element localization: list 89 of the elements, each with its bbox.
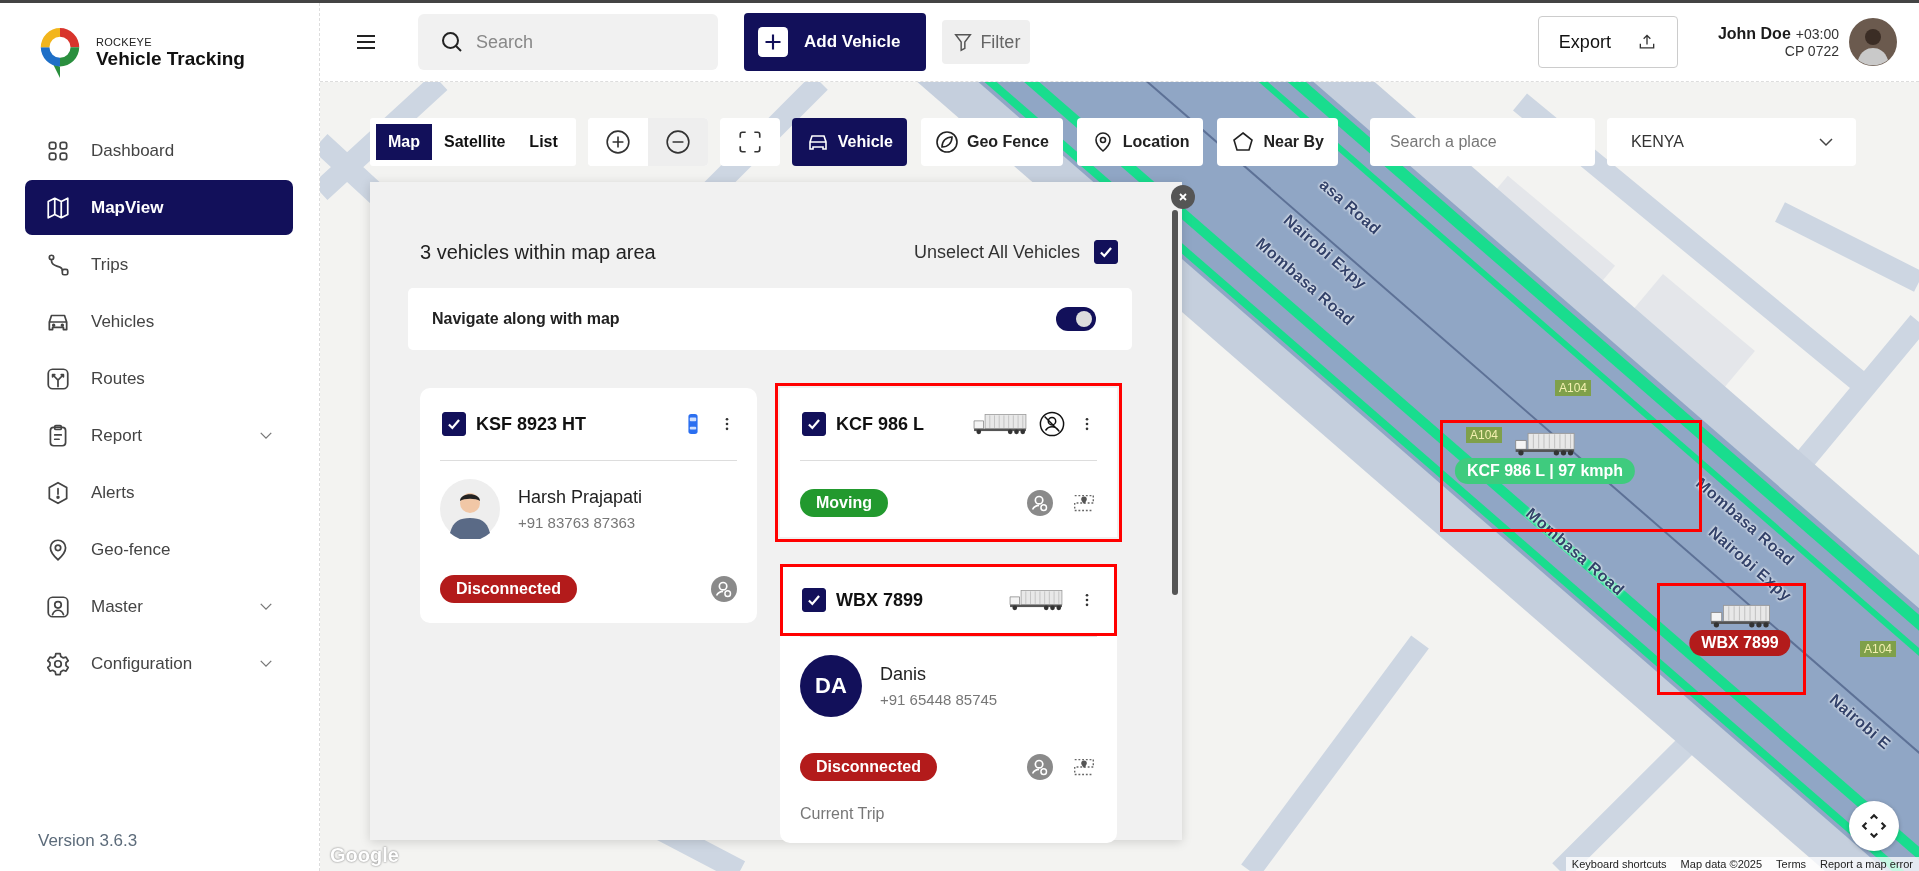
- unselect-all-label: Unselect All Vehicles: [913, 241, 1080, 263]
- version-text: Version 3.6.3: [37, 831, 139, 852]
- nav-item[interactable]: Routes: [25, 351, 293, 406]
- map-footer-link[interactable]: Report a map error: [1820, 858, 1913, 870]
- search-field[interactable]: Search: [418, 14, 718, 70]
- truck-icon[interactable]: [1709, 602, 1771, 630]
- vehicle-card[interactable]: KSF 8923 HT Harsh Prajapati +91 83763 87363 Disconnected: [420, 388, 757, 623]
- toggle-switch[interactable]: [1056, 307, 1096, 331]
- close-button[interactable]: [1171, 185, 1195, 209]
- plate-number: KSF 8923 HT: [476, 413, 587, 435]
- plate-number: KCF 986 L: [836, 413, 925, 435]
- map-footer-link[interactable]: Terms: [1776, 858, 1807, 870]
- signpost-icon: [45, 365, 71, 392]
- chevron-down-icon: [1817, 137, 1834, 147]
- status-badge: Disconnected: [800, 753, 937, 781]
- fullscreen-icon: [736, 129, 763, 155]
- brand-company: ROCKEYE: [96, 36, 153, 48]
- user-name: John Doe: [1717, 25, 1791, 43]
- section-heading: Current Trip: [800, 805, 886, 823]
- brand-name: Vehicle Tracking: [96, 48, 245, 70]
- driver-icon[interactable]: [1027, 754, 1053, 780]
- driver-icon[interactable]: [711, 576, 737, 602]
- view-mode-tab[interactable]: Map: [376, 124, 432, 160]
- vehicle-card[interactable]: WBX 7899 DA Danis +91 65448 85745 Disconnected Current Trip: [780, 564, 1117, 843]
- nav-item[interactable]: Alerts: [25, 465, 293, 520]
- status-badge: Disconnected: [440, 575, 577, 603]
- nav-item[interactable]: Trips: [25, 237, 293, 292]
- menu-icon[interactable]: [356, 34, 376, 50]
- country-dropdown[interactable]: KENYA: [1606, 118, 1856, 166]
- plus-icon: [758, 27, 788, 57]
- checkbox[interactable]: [802, 412, 826, 436]
- layer-button[interactable]: Near By: [1217, 118, 1338, 166]
- map-footer-link[interactable]: Keyboard shortcuts: [1571, 858, 1667, 870]
- settings-icon: [45, 650, 71, 677]
- avatar-icon[interactable]: [1849, 18, 1897, 66]
- more-icon[interactable]: [725, 417, 729, 431]
- truck-icon[interactable]: [1514, 430, 1576, 458]
- driver-avatar: DA: [800, 655, 862, 717]
- layer-button[interactable]: Location: [1076, 118, 1204, 166]
- checkbox[interactable]: [1094, 240, 1118, 264]
- no-driver-icon: [1039, 411, 1065, 437]
- place-search-field[interactable]: Search a place: [1369, 118, 1595, 166]
- driver-icon[interactable]: [1027, 490, 1053, 516]
- more-icon[interactable]: [1085, 417, 1089, 431]
- vehicle-marker-label[interactable]: WBX 7899: [1689, 630, 1791, 656]
- zoom-out-icon: [664, 129, 691, 155]
- driver-phone: +91 83763 87363: [518, 514, 637, 531]
- add-vehicle-button[interactable]: Add Vehicle: [744, 13, 927, 71]
- panel-title: 3 vehicles within map area: [420, 240, 657, 264]
- zoom-in-icon: [604, 129, 631, 155]
- search-icon: [440, 30, 464, 54]
- arrows-icon: [1861, 813, 1887, 839]
- map-footer-link[interactable]: Map data ©2025: [1680, 858, 1763, 870]
- zoom-out-button[interactable]: [647, 118, 708, 166]
- driver-avatar-icon: [440, 479, 500, 539]
- navigate-label: Navigate along with map: [432, 310, 621, 328]
- nav-item[interactable]: Master: [25, 579, 293, 634]
- driver-phone: +91 65448 85745: [880, 691, 998, 708]
- map-logo: Google: [330, 844, 399, 867]
- alert-icon: [45, 479, 71, 506]
- close-icon: [1178, 192, 1188, 202]
- route-shield: A104: [1466, 427, 1503, 443]
- filter-button[interactable]: Filter: [942, 20, 1031, 64]
- nav-item[interactable]: MapView: [25, 180, 293, 235]
- geofence-icon: [934, 130, 959, 154]
- user-icon: [45, 593, 71, 620]
- route-shield: A104: [1555, 380, 1592, 396]
- checkbox[interactable]: [802, 588, 826, 612]
- export-button[interactable]: Export: [1537, 16, 1678, 68]
- user-code: CP 0722: [1784, 43, 1839, 59]
- nav-item[interactable]: Dashboard: [25, 123, 293, 178]
- nav-item[interactable]: Geo-fence: [25, 522, 293, 577]
- map-icon: [45, 194, 71, 221]
- timezone-text: +03:00: [1795, 26, 1839, 42]
- driver-name: Harsh Prajapati: [518, 487, 643, 508]
- pentagon-icon: [1231, 130, 1256, 154]
- plate-number: WBX 7899: [836, 589, 924, 611]
- route-shield: A104: [1860, 641, 1897, 657]
- fullscreen-button[interactable]: [719, 118, 780, 166]
- nav-item[interactable]: Report: [25, 408, 293, 463]
- layer-button[interactable]: Vehicle: [791, 118, 907, 166]
- layer-button[interactable]: Geo Fence: [920, 118, 1063, 166]
- more-icon[interactable]: [1085, 593, 1089, 607]
- route-icon: [45, 251, 71, 278]
- status-badge: Moving: [800, 489, 888, 517]
- nav-item[interactable]: Vehicles: [25, 294, 293, 349]
- checkbox[interactable]: [442, 412, 466, 436]
- driver-name: Danis: [880, 664, 928, 685]
- nav-item[interactable]: Configuration: [25, 636, 293, 691]
